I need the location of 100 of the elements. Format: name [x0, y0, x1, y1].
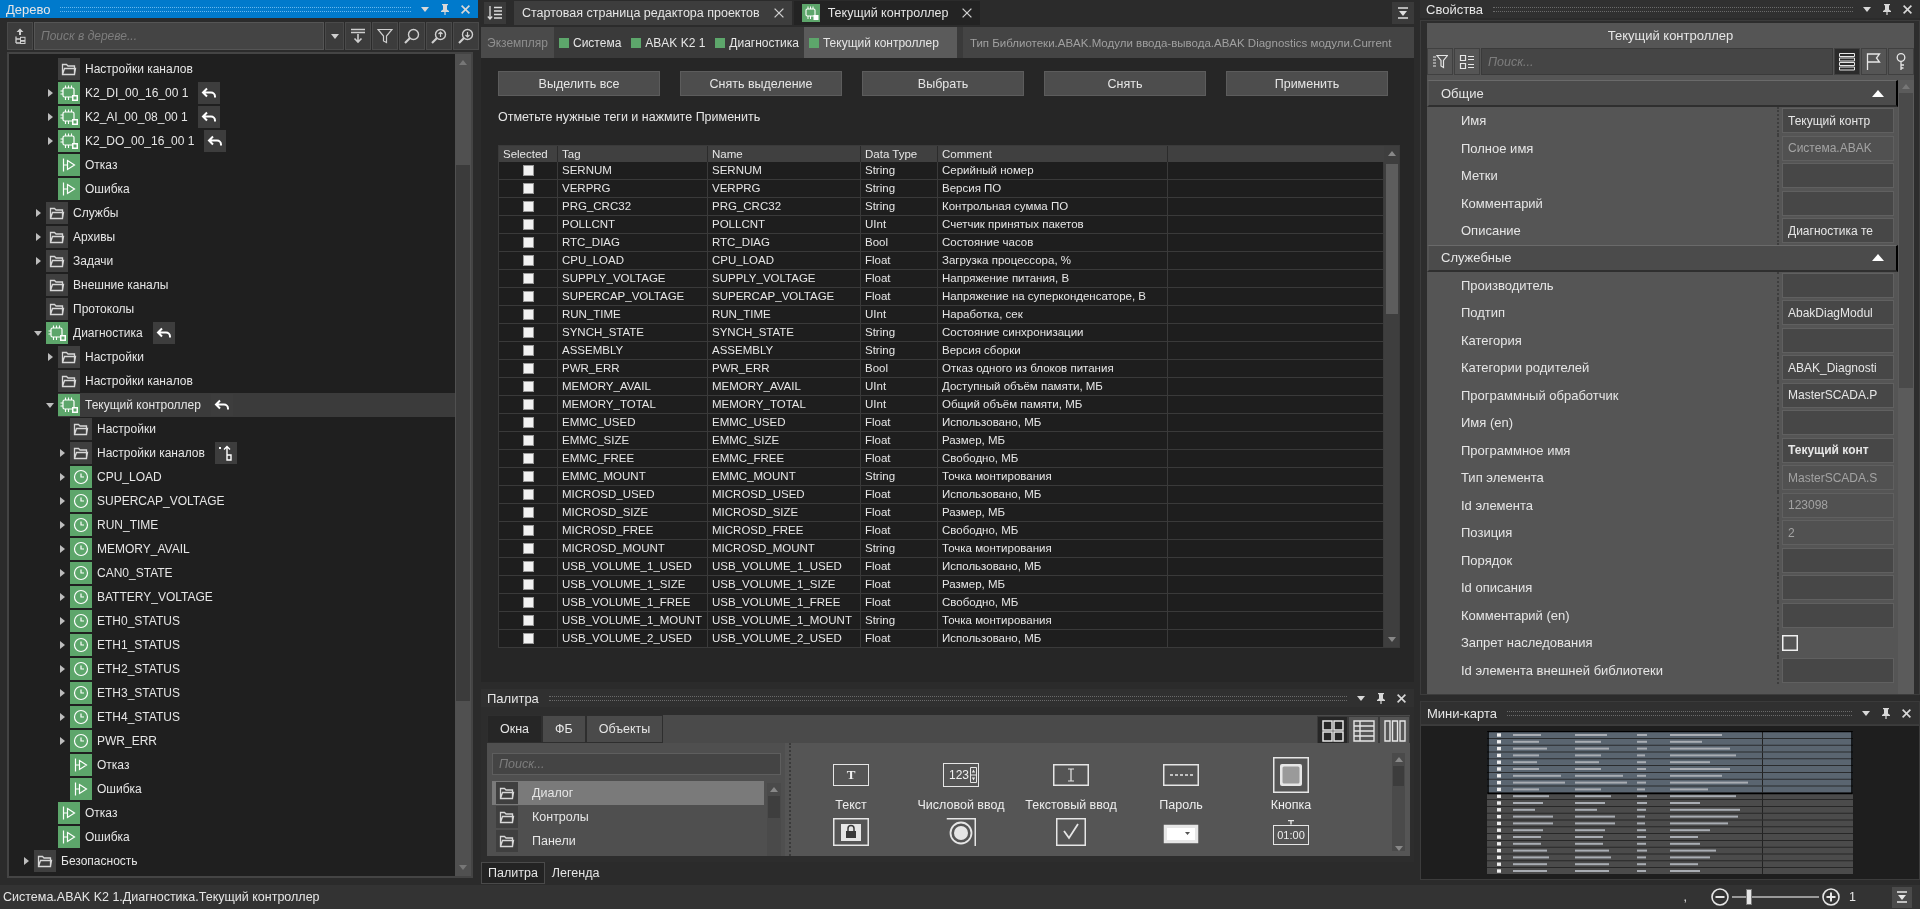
tree-item[interactable]: Ошибка [70, 777, 455, 801]
caret-right-icon[interactable] [59, 689, 65, 697]
checkbox[interactable] [522, 309, 534, 320]
caret-right-icon[interactable] [47, 89, 53, 97]
checkbox[interactable] [522, 579, 534, 590]
value-field[interactable] [1782, 327, 1894, 353]
tree-item[interactable]: Настройки [70, 417, 455, 441]
close-icon[interactable] [962, 8, 973, 18]
caret-right-icon[interactable] [59, 521, 65, 529]
drag-handle[interactable] [60, 6, 411, 12]
minimap-drawing[interactable] [1487, 731, 1853, 876]
value-field[interactable] [1782, 190, 1894, 216]
close-icon[interactable] [1397, 693, 1406, 703]
palette-tab[interactable]: ФБ [542, 715, 586, 743]
pin-icon[interactable] [1883, 3, 1891, 15]
value-field[interactable]: AbakDiagModul [1782, 300, 1894, 326]
caret-right-icon[interactable] [47, 353, 53, 361]
scrollbar[interactable] [767, 783, 781, 856]
panel-menu-button[interactable] [1892, 886, 1912, 908]
tree-item[interactable]: Безопасность [34, 849, 455, 873]
caret-right-icon[interactable] [59, 617, 65, 625]
caret-down-icon[interactable] [46, 402, 54, 408]
palette-item[interactable] [946, 817, 976, 847]
tree-item[interactable]: Настройки каналов [70, 441, 455, 465]
palette-item[interactable]: 123 Числовой ввод [917, 755, 1005, 813]
tree-item[interactable]: Отказ [58, 153, 455, 177]
tree-item[interactable]: BATTERY_VOLTAGE [70, 585, 455, 609]
collapse-triangle-icon[interactable] [1872, 89, 1884, 97]
search-button[interactable] [399, 22, 425, 50]
breadcrumb-item[interactable]: Текущий контроллер [803, 27, 957, 58]
checkbox[interactable] [522, 219, 534, 230]
view-mode-button[interactable] [1834, 48, 1860, 75]
checkbox[interactable] [522, 417, 534, 428]
panel-tab[interactable]: Палитра [481, 862, 545, 884]
close-icon[interactable] [1902, 708, 1911, 718]
tree-item[interactable]: CPU_LOAD [70, 465, 455, 489]
list-item[interactable]: Контролы [492, 805, 764, 829]
view-mode-button[interactable] [1317, 716, 1348, 746]
tree-item[interactable]: ETH2_STATUS [70, 657, 455, 681]
dropdown-icon[interactable] [1862, 710, 1870, 716]
tree-item[interactable]: PWR_ERR [70, 729, 455, 753]
caret-right-icon[interactable] [59, 497, 65, 505]
tree-item[interactable]: ETH3_STATUS [70, 681, 455, 705]
palette-item[interactable] [833, 817, 869, 847]
scrollbar[interactable] [455, 54, 471, 876]
pin-icon[interactable] [1882, 707, 1890, 719]
tree-item[interactable]: K2_AI_00_08_00 1 [58, 105, 455, 129]
caret-right-icon[interactable] [35, 233, 41, 241]
tree-item[interactable]: CAN0_STATE [70, 561, 455, 585]
tree-item[interactable]: Отказ [70, 753, 455, 777]
checkbox[interactable] [522, 183, 534, 194]
caret-right-icon[interactable] [35, 209, 41, 217]
caret-up-icon[interactable] [770, 787, 778, 792]
caret-right-icon[interactable] [23, 857, 29, 865]
scroll-thumb[interactable] [1385, 164, 1398, 314]
tree-item[interactable]: ETH1_STATUS [70, 633, 455, 657]
value-field[interactable]: ABAK_Diagnosti [1782, 355, 1894, 381]
palette-item[interactable]: Текстовый ввод [1025, 755, 1117, 813]
tree-item[interactable]: K2_DO_00_16_00 1 [58, 129, 455, 153]
editor-tab[interactable]: Стартовая страница редактора проектов [514, 1, 792, 25]
caret-right-icon[interactable] [59, 593, 65, 601]
tree-item[interactable]: ETH4_STATUS [70, 705, 455, 729]
caret-right-icon[interactable] [35, 257, 41, 265]
view-mode-button[interactable] [1348, 716, 1379, 746]
value-field[interactable] [1782, 410, 1894, 436]
caret-right-icon[interactable] [47, 137, 53, 145]
palette-tab[interactable]: Объекты [585, 715, 664, 743]
tree-item[interactable]: ETH0_STATUS [70, 609, 455, 633]
category-button[interactable] [1454, 48, 1480, 75]
value-field[interactable] [1782, 602, 1894, 628]
view-mode-button[interactable] [1861, 48, 1887, 75]
checkbox[interactable] [522, 453, 534, 464]
value-field[interactable]: Текущий конт [1782, 437, 1894, 463]
value-field[interactable]: Диагностика те [1782, 218, 1894, 244]
checkbox[interactable] [522, 345, 534, 356]
scroll-thumb[interactable] [456, 165, 470, 701]
deselect-all-button[interactable]: Снять выделение [680, 71, 842, 96]
value-field[interactable] [1782, 575, 1894, 601]
checkbox[interactable] [522, 255, 534, 266]
column-header[interactable]: Name [708, 146, 861, 162]
caret-up-icon[interactable] [1394, 757, 1403, 762]
checkbox[interactable] [522, 561, 534, 572]
caret-right-icon[interactable] [59, 665, 65, 673]
caret-right-icon[interactable] [47, 113, 53, 121]
select-all-button[interactable]: Выделить все [498, 71, 660, 96]
tree-item[interactable]: Внешние каналы [46, 273, 455, 297]
view-mode-button[interactable] [1379, 716, 1410, 746]
checkbox[interactable] [522, 363, 534, 374]
close-icon[interactable] [1903, 4, 1912, 14]
tree-item[interactable]: Настройки [58, 345, 455, 369]
caret-up-icon[interactable] [1387, 151, 1396, 156]
search-field[interactable]: Поиск в дереве... [34, 22, 324, 50]
tree-item[interactable]: Настройки каналов [58, 369, 455, 393]
tree-root-button[interactable] [7, 22, 33, 50]
value-field[interactable]: Текущий контр [1782, 108, 1894, 134]
apply-button[interactable]: Применить [1226, 71, 1388, 96]
checkbox[interactable] [522, 327, 534, 338]
value-field[interactable] [1782, 272, 1894, 298]
tree-item[interactable]: K2_DI_00_16_00 1 [58, 81, 455, 105]
dropdown-button[interactable] [325, 22, 344, 50]
